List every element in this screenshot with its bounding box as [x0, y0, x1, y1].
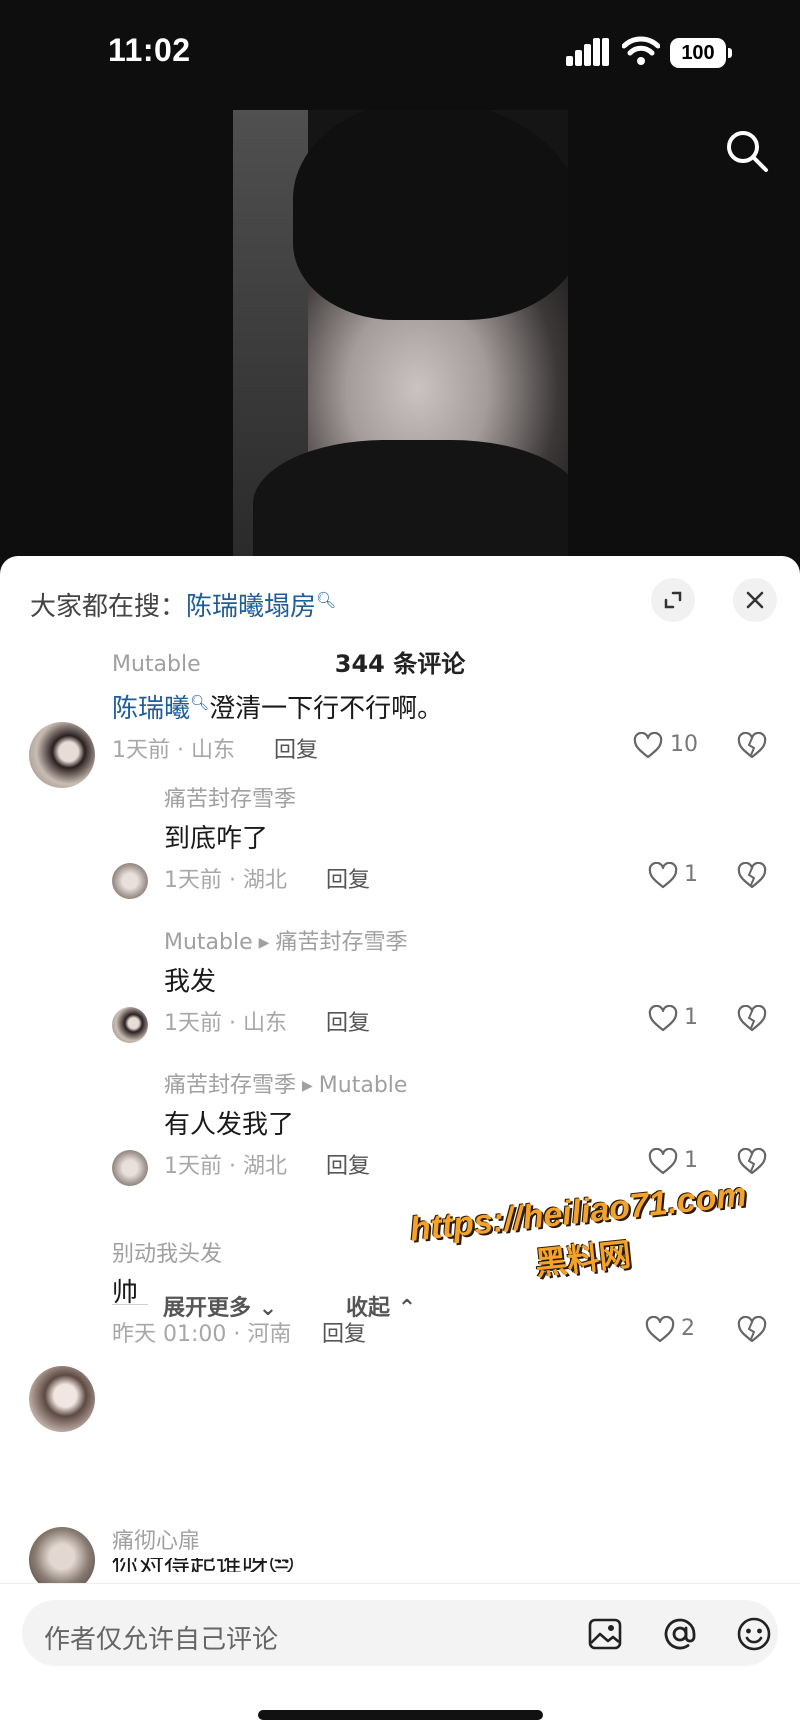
trending-search-link[interactable]: 陈瑞曦塌房 — [186, 592, 316, 622]
comment-input[interactable]: 作者仅允许自己评论 — [22, 1600, 778, 1666]
at-icon[interactable] — [662, 1616, 698, 1652]
comment-sheet: 大家都在搜：陈瑞曦塌房🔍︎ 344 条评论 Mutable 陈瑞曦🔍︎澄清一下行… — [0, 556, 800, 1736]
heart-icon[interactable] — [648, 1148, 678, 1176]
avatar[interactable] — [29, 722, 95, 788]
reply-button[interactable]: 回复 — [322, 1316, 366, 1348]
comment-body: 澄清一下行不行啊。 — [209, 694, 444, 724]
close-button[interactable] — [733, 578, 777, 622]
avatar[interactable] — [29, 1366, 95, 1432]
avatar[interactable] — [112, 1007, 148, 1043]
comment-text: 到底咋了 — [164, 824, 269, 854]
search-icon: 🔍︎ — [190, 693, 210, 712]
reply-author[interactable]: Mutable — [164, 930, 253, 955]
broken-heart-icon[interactable] — [737, 1316, 767, 1344]
broken-heart-icon[interactable] — [737, 1005, 767, 1033]
comment-text: 你对得起谁呀😒 — [112, 1558, 412, 1572]
expand-button[interactable] — [651, 578, 695, 622]
avatar[interactable] — [112, 1150, 148, 1186]
avatar[interactable] — [112, 863, 148, 899]
comment-text: 有人发我了 — [164, 1110, 295, 1140]
image-icon[interactable] — [587, 1616, 623, 1652]
play-arrow-icon: ▶ — [302, 1078, 313, 1094]
close-icon — [746, 591, 764, 609]
expand-icon — [664, 591, 682, 609]
trending-prefix: 大家都在搜： — [30, 592, 187, 622]
battery-level: 100 — [670, 38, 726, 68]
comment-meta: 昨天 01:00 · 河南 — [112, 1322, 292, 1347]
comment-text: 我发 — [164, 967, 217, 997]
comment-username[interactable]: 别动我头发 — [112, 1236, 222, 1268]
comment-username: 痛苦封存雪季 ▶ Mutable — [164, 1067, 407, 1099]
play-arrow-icon: ▶ — [258, 935, 270, 951]
chevron-up-icon: ⌃ — [397, 1296, 417, 1321]
battery-icon: 100 — [670, 38, 732, 68]
like-count: 2 — [681, 1316, 695, 1341]
trending-search: 大家都在搜：陈瑞曦塌房🔍︎ — [30, 586, 336, 623]
broken-heart-icon[interactable] — [737, 732, 767, 760]
status-time: 11:02 — [108, 32, 191, 68]
comment-username[interactable]: 痛苦封存雪季 — [164, 781, 296, 813]
comment-meta: 1天前 · 山东 — [112, 738, 235, 763]
like-count: 10 — [670, 732, 698, 757]
reply-target[interactable]: 痛苦封存雪季 — [275, 930, 407, 955]
comment-meta: 1天前 · 湖北 — [164, 1154, 287, 1179]
heart-icon[interactable] — [648, 1005, 678, 1033]
comment-username[interactable]: Mutable — [112, 652, 201, 677]
watermark: https://heiliao71.com 黑料网 — [408, 1176, 753, 1298]
comment-username: Mutable ▶ 痛苦封存雪季 — [164, 924, 407, 956]
reply-button[interactable]: 回复 — [274, 732, 318, 764]
wifi-icon — [622, 36, 660, 65]
like-count: 1 — [684, 862, 698, 887]
broken-heart-icon[interactable] — [737, 862, 767, 890]
reply-button[interactable]: 回复 — [326, 1005, 370, 1037]
emoji-icon[interactable] — [736, 1616, 772, 1652]
like-count: 1 — [684, 1148, 698, 1173]
status-bar: 11:02 100 — [0, 0, 800, 172]
comment-meta: 1天前 · 湖北 — [164, 868, 287, 893]
heart-icon[interactable] — [645, 1316, 675, 1344]
reply-button[interactable]: 回复 — [326, 862, 370, 894]
heart-icon[interactable] — [648, 862, 678, 890]
comment-username[interactable]: 痛彻心扉 — [112, 1523, 200, 1555]
like-count: 1 — [684, 1005, 698, 1030]
comment-input-bar: 作者仅允许自己评论 — [0, 1583, 800, 1736]
comment-input-placeholder: 作者仅允许自己评论 — [44, 1625, 279, 1655]
comment-meta: 1天前 · 山东 — [164, 1011, 287, 1036]
search-icon: 🔍︎ — [316, 590, 337, 610]
signal-icon — [566, 38, 609, 66]
reply-button[interactable]: 回复 — [326, 1148, 370, 1180]
reply-target[interactable]: Mutable — [319, 1073, 408, 1098]
video-player[interactable] — [233, 110, 568, 560]
search-icon[interactable] — [724, 128, 770, 174]
comment-text: 陈瑞曦🔍︎澄清一下行不行啊。 — [112, 688, 443, 725]
comment-text: 帅 — [112, 1278, 139, 1308]
reply-author[interactable]: 痛苦封存雪季 — [164, 1073, 296, 1098]
broken-heart-icon[interactable] — [737, 1148, 767, 1176]
home-indicator[interactable] — [258, 1710, 543, 1720]
heart-icon[interactable] — [633, 732, 663, 760]
mention-link[interactable]: 陈瑞曦 — [112, 694, 190, 724]
